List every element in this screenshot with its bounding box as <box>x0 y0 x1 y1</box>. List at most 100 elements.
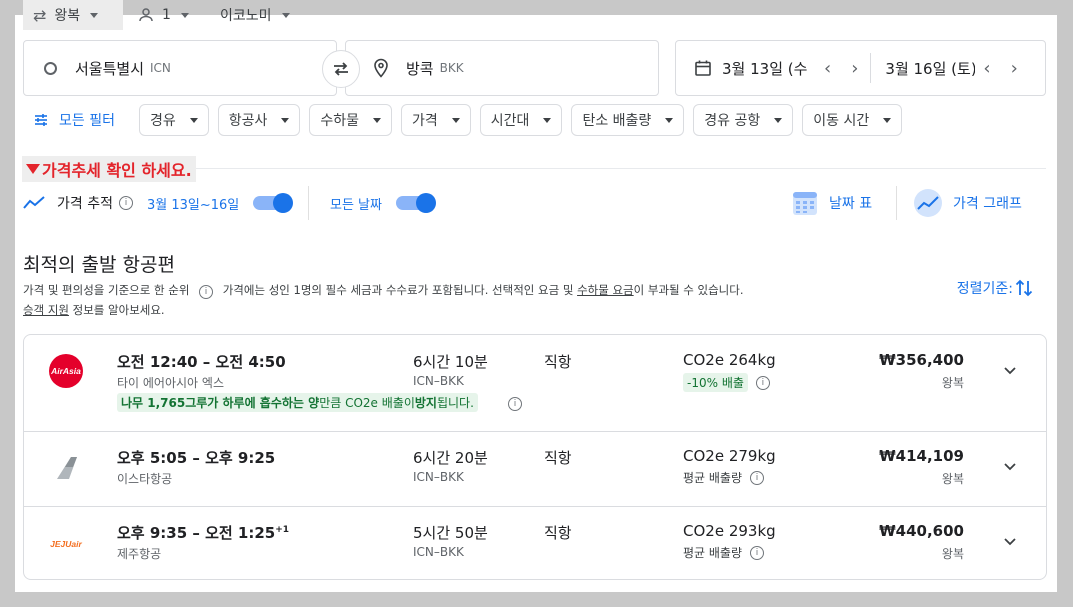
chevron-right-icon[interactable]: › <box>1011 58 1018 79</box>
chip-label: 탄소 배출량 <box>582 113 652 129</box>
emissions-label: 평균 배출량 <box>683 546 743 560</box>
info-icon[interactable]: i <box>508 397 522 411</box>
filter-chip-connecting-airports[interactable]: 경유 공항 <box>693 104 794 136</box>
chevron-left-icon[interactable]: ‹ <box>983 58 990 79</box>
info-icon[interactable]: i <box>118 196 133 210</box>
airline-name: 이스타항공 <box>117 472 173 486</box>
filter-chip-times[interactable]: 시간대 <box>479 104 563 136</box>
flight-route: ICN–BKK <box>413 545 464 559</box>
info-icon[interactable]: i <box>199 285 214 299</box>
destination-field[interactable]: 방콕 BKK <box>345 40 659 96</box>
destination-city: 방콕 <box>406 59 434 78</box>
flight-duration: 5시간 50분 <box>413 524 488 542</box>
price-graph-button[interactable]: 가격 그래프 <box>913 186 1022 220</box>
logo-text: AirAsia <box>50 366 81 376</box>
origin-field[interactable]: 서울특별시 ICN <box>23 40 337 96</box>
info-icon[interactable]: i <box>750 545 765 560</box>
flight-price: ₩414,109 <box>879 447 964 465</box>
filter-chip-price[interactable]: 가격 <box>401 104 471 136</box>
price-graph-label: 가격 그래프 <box>953 196 1022 212</box>
airline-logo-icon: AirAsia <box>49 354 83 388</box>
section-description: 가격 및 편의성을 기준으로 한 순위 i 가격에는 성인 1명의 필수 세금과… <box>23 280 843 320</box>
track-dates-toggle[interactable] <box>253 193 294 213</box>
caret-down-icon <box>180 12 189 18</box>
logo-text: JEJUair <box>50 539 82 549</box>
emissions-label: 평균 배출량 <box>683 471 743 485</box>
passenger-assistance-link[interactable]: 승객 지원 <box>23 303 69 317</box>
bag-fees-link[interactable]: 수하물 요금 <box>577 283 634 297</box>
airline-logo-icon <box>57 457 77 479</box>
caret-down-icon <box>90 12 99 18</box>
annotation-callout: 가격추세 확인 하세요. <box>22 156 196 182</box>
caret-down-icon <box>451 117 460 123</box>
info-icon[interactable]: i <box>750 470 765 485</box>
date-picker: 3월 13일 (수) ‹ › 3월 16일 (토) ‹ › <box>675 40 1046 96</box>
times-text: 오전 12:40 – 오전 4:50 <box>117 353 286 371</box>
chip-label: 가격 <box>412 113 438 129</box>
chip-label: 경유 <box>149 113 176 129</box>
sort-button[interactable]: 정렬기준: <box>957 278 1033 298</box>
date-grid-label: 날짜 표 <box>829 196 873 212</box>
eastar-logo <box>48 450 84 486</box>
price-type: 왕복 <box>941 472 964 486</box>
date-grid-button[interactable]: 날짜 표 <box>791 186 872 220</box>
chevron-right-icon[interactable]: › <box>851 58 858 79</box>
swap-arrows-icon: ⇄ <box>33 5 47 25</box>
chevron-left-icon[interactable]: ‹ <box>824 58 831 79</box>
eco-mid: 만큼 CO2e 배출이 <box>319 396 415 410</box>
all-filters-button[interactable]: 모든 필터 <box>23 110 115 130</box>
return-date-field[interactable]: 3월 16일 (토) <box>885 58 975 79</box>
track-date-range: 3월 13일~16일 <box>146 197 240 213</box>
flight-duration: 6시간 10분 <box>413 353 488 371</box>
chip-label: 경유 공항 <box>704 113 761 129</box>
times-text: 오후 9:35 – 오전 1:25 <box>117 524 276 542</box>
destination-code: BKK <box>439 61 464 75</box>
filter-chip-emissions[interactable]: 탄소 배출량 <box>571 104 685 136</box>
divider <box>308 186 309 220</box>
expand-chevron-icon[interactable] <box>1002 459 1018 475</box>
caret-down-icon <box>281 117 290 123</box>
co2-note: 평균 배출량 i <box>683 469 765 486</box>
emissions-badge: -10% 배출 <box>683 373 748 392</box>
filter-chip-bags[interactable]: 수하물 <box>309 104 393 136</box>
flight-stops: 직항 <box>544 524 572 542</box>
person-icon <box>139 8 153 22</box>
filter-chip-duration[interactable]: 이동 시간 <box>802 104 903 136</box>
all-dates-section: 모든 날짜 <box>330 186 436 220</box>
caret-down-icon <box>543 117 552 123</box>
passenger-select[interactable]: 1 <box>138 0 189 30</box>
filter-chip-airlines[interactable]: 항공사 <box>217 104 301 136</box>
chip-label: 시간대 <box>490 113 530 129</box>
depart-date-field[interactable]: 3월 13일 (수) <box>694 58 808 79</box>
annotation-text: 가격추세 확인 하세요. <box>42 161 192 180</box>
calendar-icon <box>695 60 711 76</box>
all-dates-toggle[interactable] <box>395 193 436 213</box>
cabin-class-label: 이코노미 <box>220 8 272 24</box>
origin-code: ICN <box>150 61 171 75</box>
trip-type-select[interactable]: ⇄ 왕복 <box>23 0 123 30</box>
ranking-note: 가격 및 편의성을 기준으로 한 순위 <box>23 283 190 297</box>
return-date: 3월 16일 (토) <box>885 59 976 78</box>
flight-row[interactable]: AirAsia 오전 12:40 – 오전 4:50 타이 에어아시아 엑스 나… <box>24 335 1046 431</box>
info-icon[interactable]: i <box>755 375 770 390</box>
section-title: 최적의 출발 항공편 <box>23 254 175 276</box>
swap-locations-button[interactable] <box>322 50 360 88</box>
flight-results-list: AirAsia 오전 12:40 – 오전 4:50 타이 에어아시아 엑스 나… <box>23 334 1047 580</box>
price-note-end: 이 부과될 수 있습니다. <box>633 283 744 297</box>
caret-down-icon <box>281 12 290 18</box>
cabin-class-select[interactable]: 이코노미 <box>220 0 290 30</box>
chip-label: 이동 시간 <box>813 113 870 129</box>
trip-type-label: 왕복 <box>54 8 81 24</box>
flight-row[interactable]: JEJUair 오후 9:35 – 오전 1:25+1 제주항공 5시간 50분… <box>24 506 1046 581</box>
co2-note: -10% 배출 i <box>683 373 770 392</box>
filter-chip-stops[interactable]: 경유 <box>138 104 209 136</box>
plus-day: +1 <box>275 525 290 535</box>
expand-chevron-icon[interactable] <box>1002 363 1018 379</box>
eco-suffix: 됩니다. <box>436 396 474 410</box>
expand-chevron-icon[interactable] <box>1002 534 1018 550</box>
caret-down-icon <box>665 117 674 123</box>
price-track-section: 가격 추적 i 3월 13일~16일 <box>23 186 294 220</box>
flight-stops: 직항 <box>544 449 572 467</box>
flight-row[interactable]: 오후 5:05 – 오후 9:25 이스타항공 6시간 20분 ICN–BKK … <box>24 431 1046 506</box>
trending-icon <box>23 196 45 209</box>
